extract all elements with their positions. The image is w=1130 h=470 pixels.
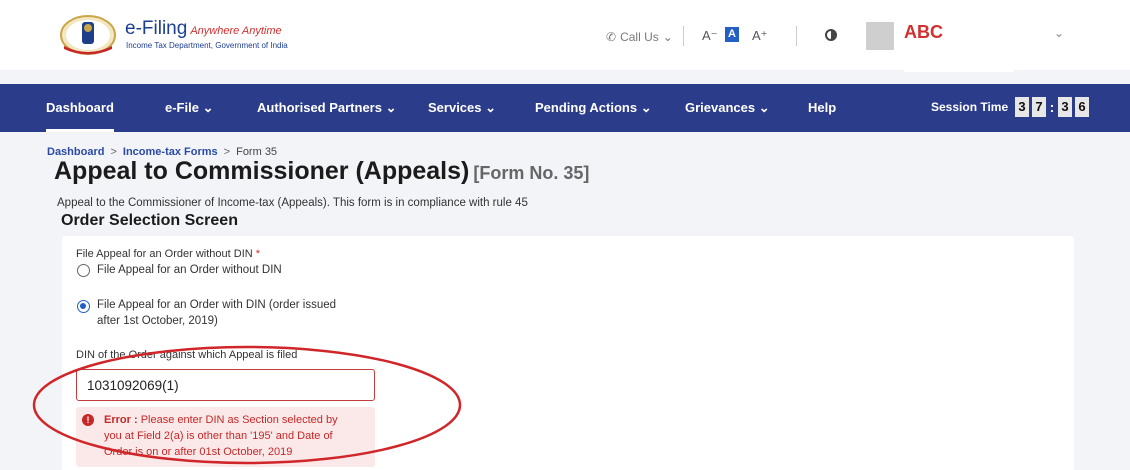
- required-mark: *: [255, 248, 261, 260]
- emblem-logo: [60, 15, 116, 55]
- radio-with-din-label[interactable]: File Appeal for an Order with DIN (order…: [97, 297, 336, 329]
- session-colon: :: [1049, 99, 1055, 115]
- radio-without-din[interactable]: [77, 264, 90, 277]
- nav-dashboard[interactable]: Dashboard: [46, 100, 114, 132]
- radio-with-din[interactable]: [77, 300, 90, 313]
- error-icon: !: [82, 414, 94, 426]
- divider: [796, 26, 797, 46]
- call-us-button[interactable]: ✆ Call Us ⌄: [606, 30, 673, 44]
- question-label: File Appeal for an Order without DIN *: [76, 248, 261, 260]
- error-message: ! Error : Please enter DIN as Section se…: [76, 407, 375, 467]
- section-title: Order Selection Screen: [61, 212, 238, 229]
- chevron-down-icon: ⌄: [662, 30, 673, 44]
- nav-grievances[interactable]: Grievances ⌄: [685, 100, 770, 116]
- din-input[interactable]: [76, 369, 375, 401]
- font-decrease-button[interactable]: A⁻: [702, 28, 718, 44]
- font-increase-button[interactable]: A⁺: [752, 28, 768, 44]
- din-field-label: DIN of the Order against which Appeal is…: [76, 349, 298, 361]
- username-mask: [904, 50, 1014, 72]
- nav-help[interactable]: Help: [808, 100, 836, 115]
- brand-subtitle: Income Tax Department, Government of Ind…: [126, 41, 288, 50]
- nav-authorised-partners[interactable]: Authorised Partners ⌄: [257, 100, 396, 116]
- nav-pending-actions[interactable]: Pending Actions ⌄: [535, 100, 652, 116]
- session-digit: 3: [1058, 97, 1072, 117]
- brand-title: e-Filing Anywhere Anytime: [125, 18, 282, 39]
- page-description: Appeal to the Commissioner of Income-tax…: [57, 197, 528, 209]
- error-text: Error : Please enter DIN as Section sele…: [104, 414, 338, 458]
- phone-icon: ✆: [606, 30, 617, 44]
- divider: [683, 26, 684, 46]
- nav-services[interactable]: Services ⌄: [428, 100, 496, 116]
- avatar[interactable]: [866, 22, 894, 50]
- session-digit: 7: [1032, 97, 1046, 117]
- session-timer: 3 7 : 3 6: [1015, 97, 1089, 117]
- form-number: [Form No. 35]: [473, 163, 590, 183]
- top-header: e-Filing Anywhere Anytime Income Tax Depa…: [0, 0, 1130, 72]
- user-menu-chevron-icon[interactable]: ⌄: [1054, 26, 1064, 40]
- session-time-label: Session Time: [931, 100, 1009, 114]
- call-us-label: Call Us: [620, 30, 659, 44]
- session-digit: 6: [1075, 97, 1089, 117]
- nav-e-file[interactable]: e-File ⌄: [165, 100, 213, 116]
- brand-tagline: Anywhere Anytime: [190, 25, 282, 37]
- font-normal-button[interactable]: A: [725, 27, 739, 42]
- session-digit: 3: [1015, 97, 1029, 117]
- username[interactable]: ABC: [904, 22, 943, 43]
- radio-without-din-label[interactable]: File Appeal for an Order without DIN: [97, 262, 282, 278]
- main-nav: Dashboard e-File ⌄ Authorised Partners ⌄…: [0, 84, 1130, 132]
- contrast-icon[interactable]: [825, 29, 837, 41]
- page-title: Appeal to Commissioner (Appeals) [Form No…: [54, 157, 590, 185]
